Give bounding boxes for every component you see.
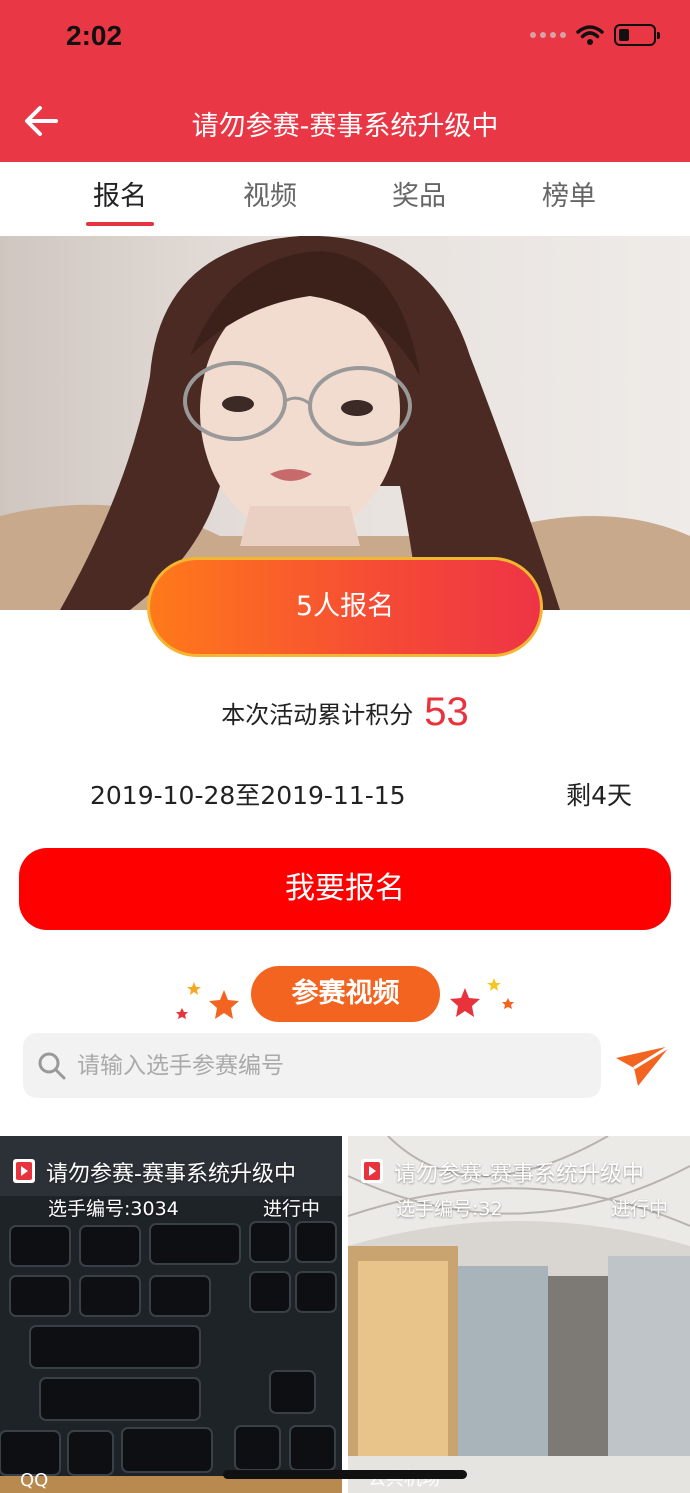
star-decoration-left-icon	[176, 982, 239, 1019]
tab-ranking[interactable]: 榜单	[509, 174, 629, 213]
tab-prizes[interactable]: 奖品	[359, 174, 479, 213]
star-decoration-right-icon	[450, 978, 514, 1017]
contestant-number: 选手编号:3034	[48, 1198, 179, 1220]
status-icons	[530, 24, 660, 46]
activity-banner-image	[0, 236, 690, 610]
points-label: 本次活动累计积分	[221, 701, 414, 729]
signal-icon	[530, 32, 566, 38]
search-icon	[38, 1052, 66, 1080]
video-title: 请勿参赛-赛事系统升级中	[46, 1162, 296, 1187]
days-remaining: 剩4天	[566, 781, 632, 810]
video-grid: 请勿参赛-赛事系统升级中 选手编号:3034 进行中 QQ 请勿参赛-赛事系统升…	[0, 1136, 690, 1493]
video-badge-icon	[361, 1159, 383, 1183]
video-badge-icon	[13, 1159, 35, 1183]
search-input[interactable]	[75, 1033, 595, 1098]
video-status: 进行中	[610, 1198, 668, 1220]
send-icon[interactable]	[614, 1040, 672, 1088]
signup-count-badge: 5人报名	[147, 557, 543, 657]
section-title: 参赛视频	[251, 966, 440, 1022]
video-status: 进行中	[262, 1198, 320, 1220]
join-button[interactable]: 我要报名	[19, 848, 671, 930]
activity-date-range: 2019-10-28至2019-11-15	[90, 781, 406, 810]
wifi-icon	[576, 25, 604, 45]
active-tab-indicator	[86, 222, 154, 226]
app-header: 2:02 请勿参赛-赛事系统升级中	[0, 0, 690, 162]
battery-icon	[614, 24, 660, 46]
video-card[interactable]: 请勿参赛-赛事系统升级中 选手编号:32 进行中 公共机场	[348, 1136, 690, 1493]
points-value: 53	[424, 690, 469, 734]
video-thumbnail	[0, 1136, 342, 1493]
video-thumbnail	[348, 1136, 690, 1493]
video-caption: QQ	[20, 1470, 49, 1491]
home-indicator[interactable]	[223, 1470, 467, 1479]
status-time: 2:02	[66, 20, 123, 51]
page-title: 请勿参赛-赛事系统升级中	[191, 111, 499, 142]
tab-videos[interactable]: 视频	[210, 174, 330, 213]
points-row: 本次活动累计积分 53	[0, 690, 690, 735]
video-title: 请勿参赛-赛事系统升级中	[394, 1162, 644, 1187]
contestant-number: 选手编号:32	[396, 1198, 503, 1220]
video-card[interactable]: 请勿参赛-赛事系统升级中 选手编号:3034 进行中 QQ	[0, 1136, 342, 1493]
section-header: 参赛视频	[0, 966, 690, 1026]
tab-signup[interactable]: 报名	[60, 174, 180, 213]
search-bar	[23, 1033, 601, 1098]
